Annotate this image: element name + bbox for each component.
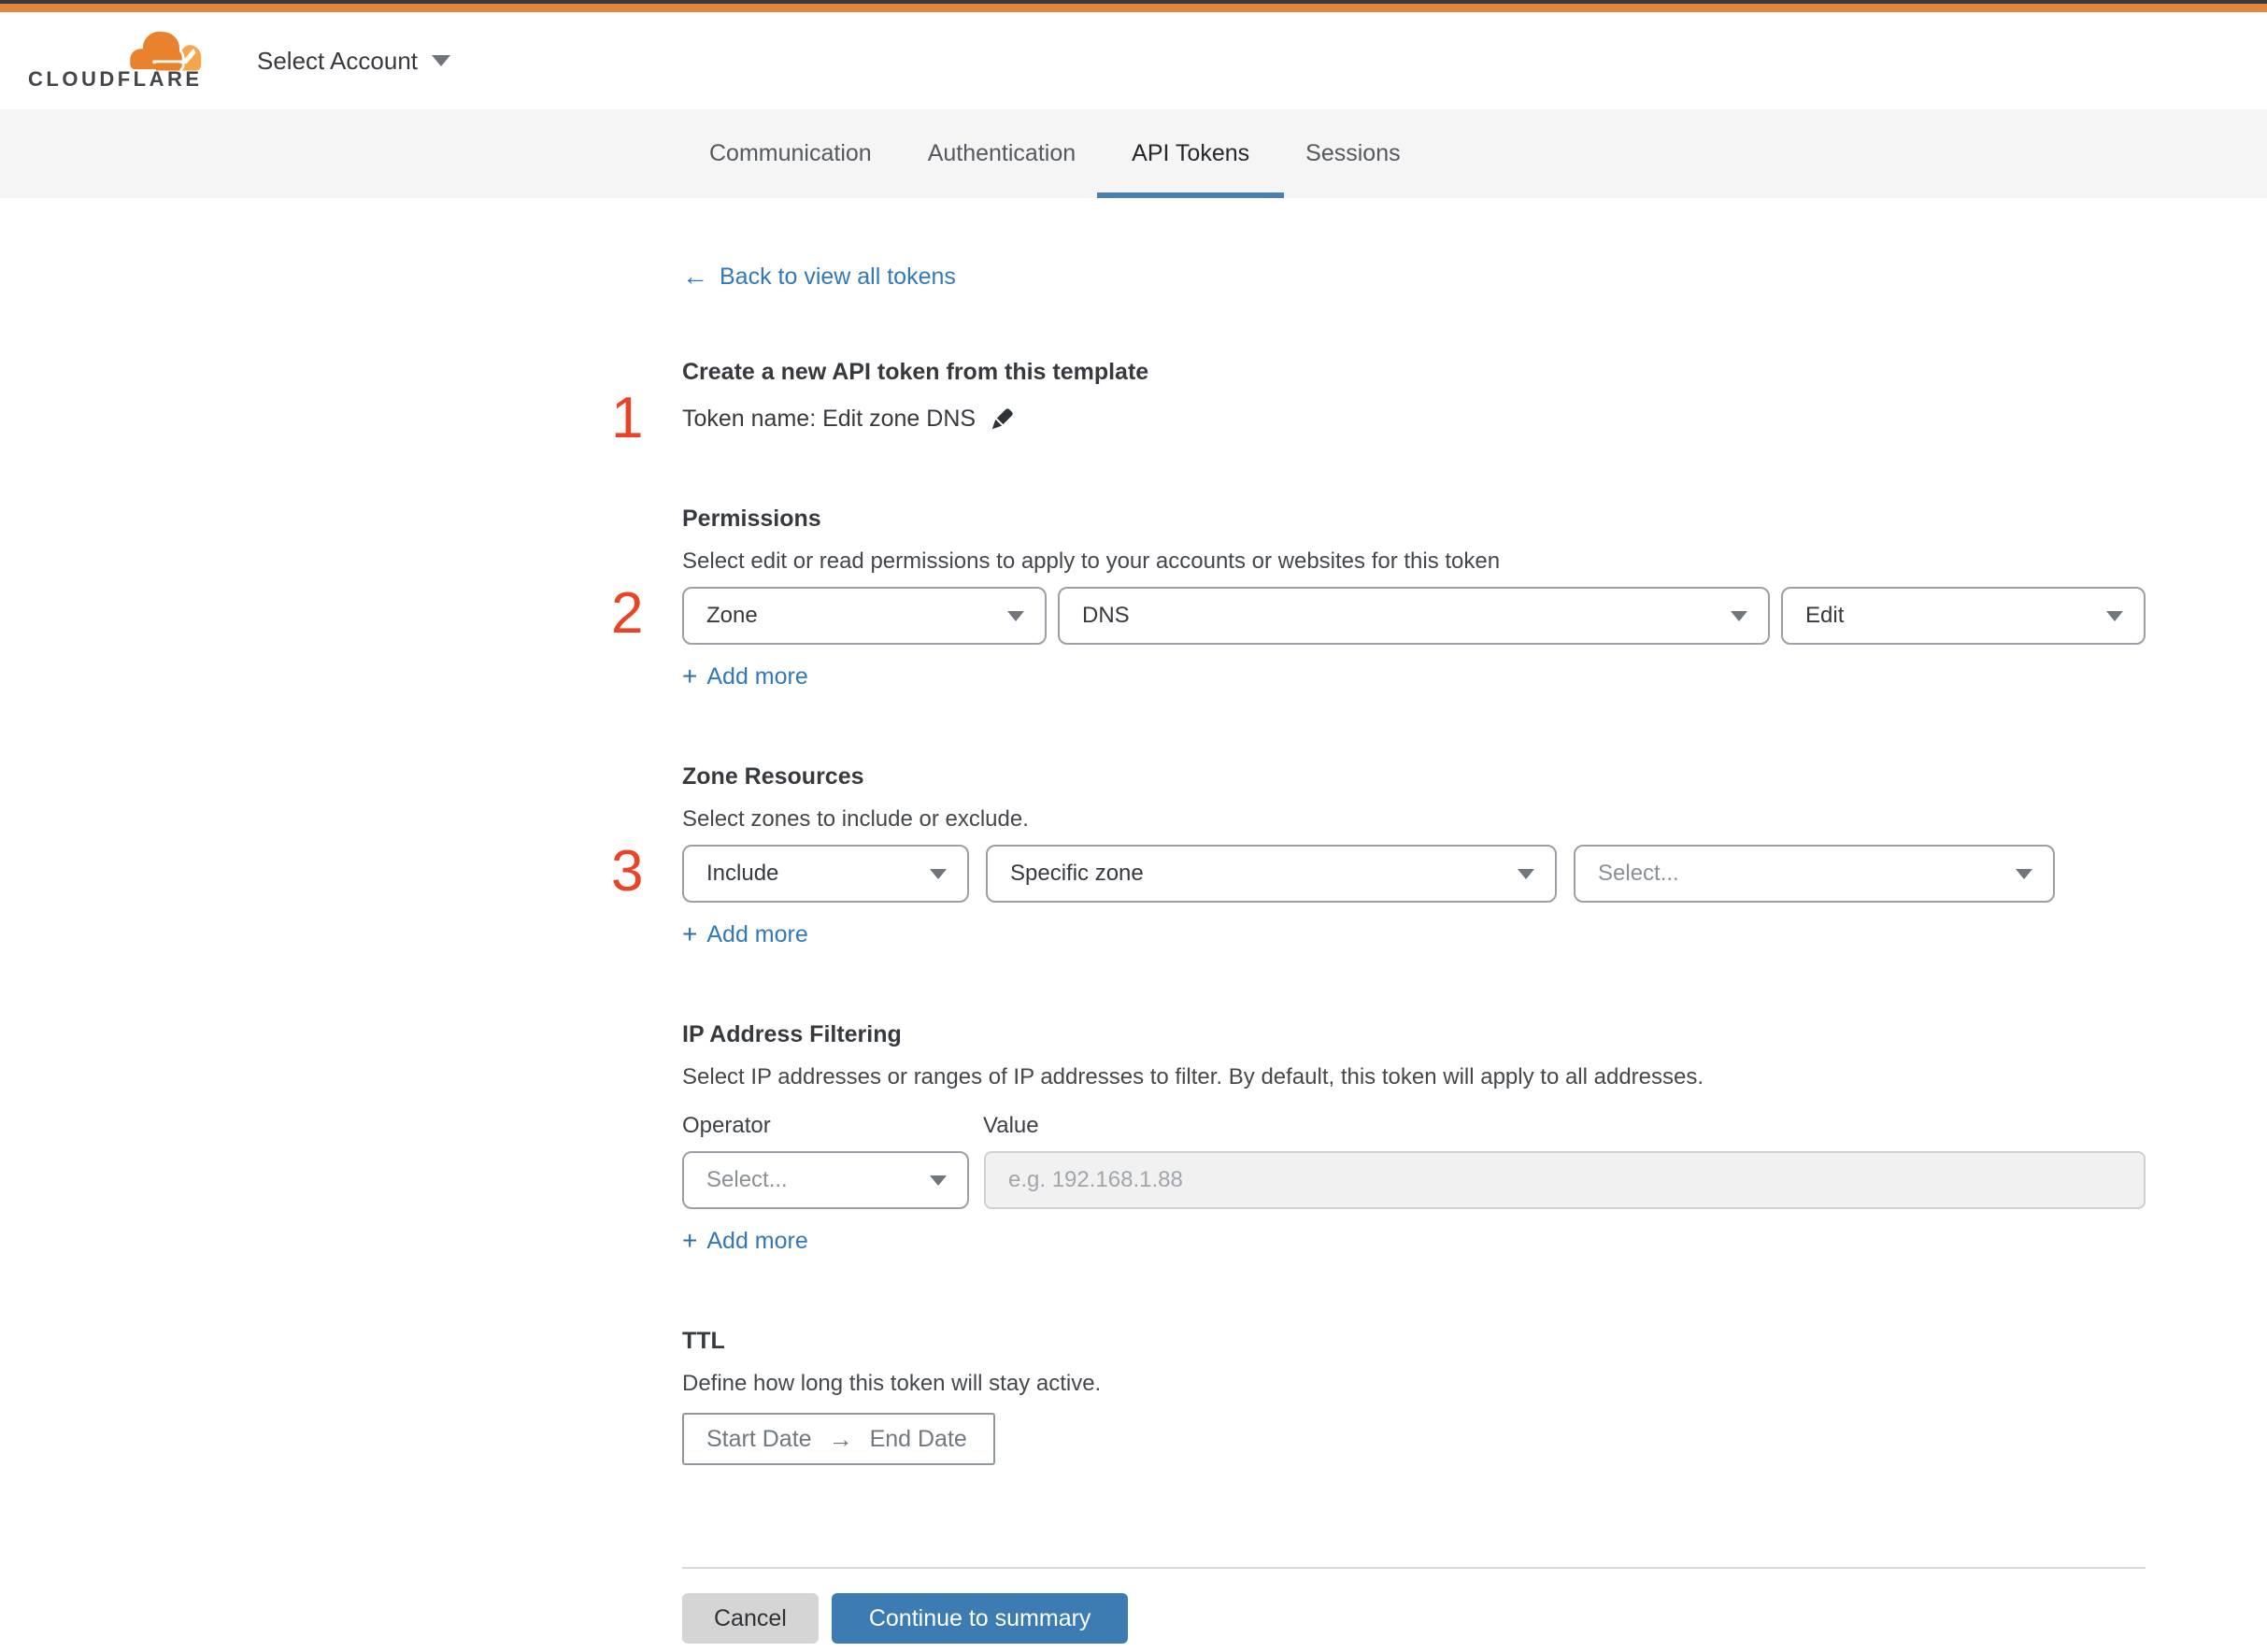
cloudflare-logo[interactable]: CLOUDFLARE xyxy=(28,22,215,99)
top-orange-bar xyxy=(0,4,2267,12)
arrow-right-icon: → xyxy=(828,1424,853,1453)
edit-pencil-icon[interactable] xyxy=(989,405,1017,433)
step-marker-2: 2 xyxy=(611,581,644,646)
end-date-field: End Date xyxy=(869,1425,967,1452)
zone-mode-value: Include xyxy=(706,861,779,886)
zone-resources-add-more-link[interactable]: + Add more xyxy=(682,919,808,949)
ttl-heading: TTL xyxy=(682,1328,725,1354)
back-to-tokens-link[interactable]: ← Back to view all tokens xyxy=(682,263,956,291)
footer-actions: Cancel Continue to summary xyxy=(682,1593,2146,1644)
main-content: ← Back to view all tokens Create a new A… xyxy=(611,198,2146,1644)
caret-down-icon xyxy=(1007,610,1024,621)
ttl-date-range-picker[interactable]: Start Date → End Date xyxy=(682,1413,995,1465)
permissions-heading: Permissions xyxy=(682,506,821,532)
zone-resources-description: Select zones to include or exclude. xyxy=(682,806,1029,832)
account-selector-label: Select Account xyxy=(257,46,418,75)
caret-down-icon xyxy=(2106,610,2123,621)
zone-resources-heading: Zone Resources xyxy=(682,763,864,790)
footer-divider xyxy=(682,1567,2146,1569)
permission-resource-value: DNS xyxy=(1082,603,1130,628)
caret-down-icon xyxy=(930,868,947,879)
step-marker-3: 3 xyxy=(611,839,644,904)
cloudflare-wordmark: CLOUDFLARE xyxy=(28,67,203,91)
caret-down-icon xyxy=(930,1175,947,1186)
tab-api-tokens[interactable]: API Tokens xyxy=(1097,109,1285,198)
tab-bar: Communication Authentication API Tokens … xyxy=(0,109,2267,198)
back-arrow-icon: ← xyxy=(682,262,708,291)
tab-label: Communication xyxy=(709,140,872,166)
ip-operator-placeholder: Select... xyxy=(706,1167,788,1192)
zone-picker-placeholder: Select... xyxy=(1598,861,1679,886)
permissions-description: Select edit or read permissions to apply… xyxy=(682,548,1501,574)
tab-sessions[interactable]: Sessions xyxy=(1305,109,1400,198)
permission-scope-value: Zone xyxy=(706,603,758,628)
operator-label: Operator xyxy=(682,1113,771,1138)
ip-filtering-labels: Operator Value xyxy=(682,1112,2146,1140)
add-more-label: Add more xyxy=(706,921,808,947)
ip-value-input[interactable] xyxy=(984,1151,2146,1209)
header: CLOUDFLARE Select Account xyxy=(0,12,2267,109)
start-date-field: Start Date xyxy=(706,1425,812,1452)
permissions-add-more-link[interactable]: + Add more xyxy=(682,662,808,691)
account-selector[interactable]: Select Account xyxy=(257,47,450,76)
zone-mode-select[interactable]: Include xyxy=(682,845,969,903)
caret-down-icon xyxy=(1518,868,1534,879)
permission-access-select[interactable]: Edit xyxy=(1781,587,2146,645)
add-more-label: Add more xyxy=(706,1228,808,1254)
page-title: Create a new API token from this templat… xyxy=(682,359,1149,385)
chevron-down-icon xyxy=(432,55,450,66)
ttl-description: Define how long this token will stay act… xyxy=(682,1371,1102,1396)
permission-access-value: Edit xyxy=(1805,603,1845,628)
permission-scope-select[interactable]: Zone xyxy=(682,587,1047,645)
continue-to-summary-button[interactable]: Continue to summary xyxy=(831,1593,1129,1644)
ip-filtering-description: Select IP addresses or ranges of IP addr… xyxy=(682,1064,1704,1089)
zone-resources-row: 3 Include Specific zone Select... xyxy=(611,843,2146,903)
step-marker-1: 1 xyxy=(611,386,644,450)
token-name-row: 1 Token name: Edit zone DNS xyxy=(611,390,2146,448)
ip-operator-select[interactable]: Select... xyxy=(682,1151,969,1209)
permissions-row: 2 Zone DNS Edit xyxy=(611,585,2146,645)
plus-icon: + xyxy=(682,919,698,948)
plus-icon: + xyxy=(682,662,698,691)
value-label: Value xyxy=(983,1113,1039,1138)
zone-picker-select[interactable]: Select... xyxy=(1574,845,2055,903)
plus-icon: + xyxy=(682,1226,698,1255)
ip-filtering-row: Select... xyxy=(682,1151,2146,1209)
tab-label: API Tokens xyxy=(1132,140,1250,166)
caret-down-icon xyxy=(1731,610,1747,621)
caret-down-icon xyxy=(2016,868,2032,879)
tab-authentication[interactable]: Authentication xyxy=(928,109,1076,198)
token-name-text: Token name: Edit zone DNS xyxy=(682,406,977,432)
tabs: Communication Authentication API Tokens … xyxy=(709,109,1401,198)
cancel-button[interactable]: Cancel xyxy=(682,1593,819,1644)
zone-type-value: Specific zone xyxy=(1010,861,1144,886)
ip-filtering-heading: IP Address Filtering xyxy=(682,1021,902,1047)
tab-label: Sessions xyxy=(1305,140,1401,166)
back-link-label: Back to view all tokens xyxy=(720,263,956,290)
permission-resource-select[interactable]: DNS xyxy=(1058,587,1770,645)
add-more-label: Add more xyxy=(706,663,808,690)
ip-filtering-add-more-link[interactable]: + Add more xyxy=(682,1226,808,1256)
tab-communication[interactable]: Communication xyxy=(709,109,872,198)
zone-type-select[interactable]: Specific zone xyxy=(986,845,1557,903)
tab-label: Authentication xyxy=(927,140,1076,166)
